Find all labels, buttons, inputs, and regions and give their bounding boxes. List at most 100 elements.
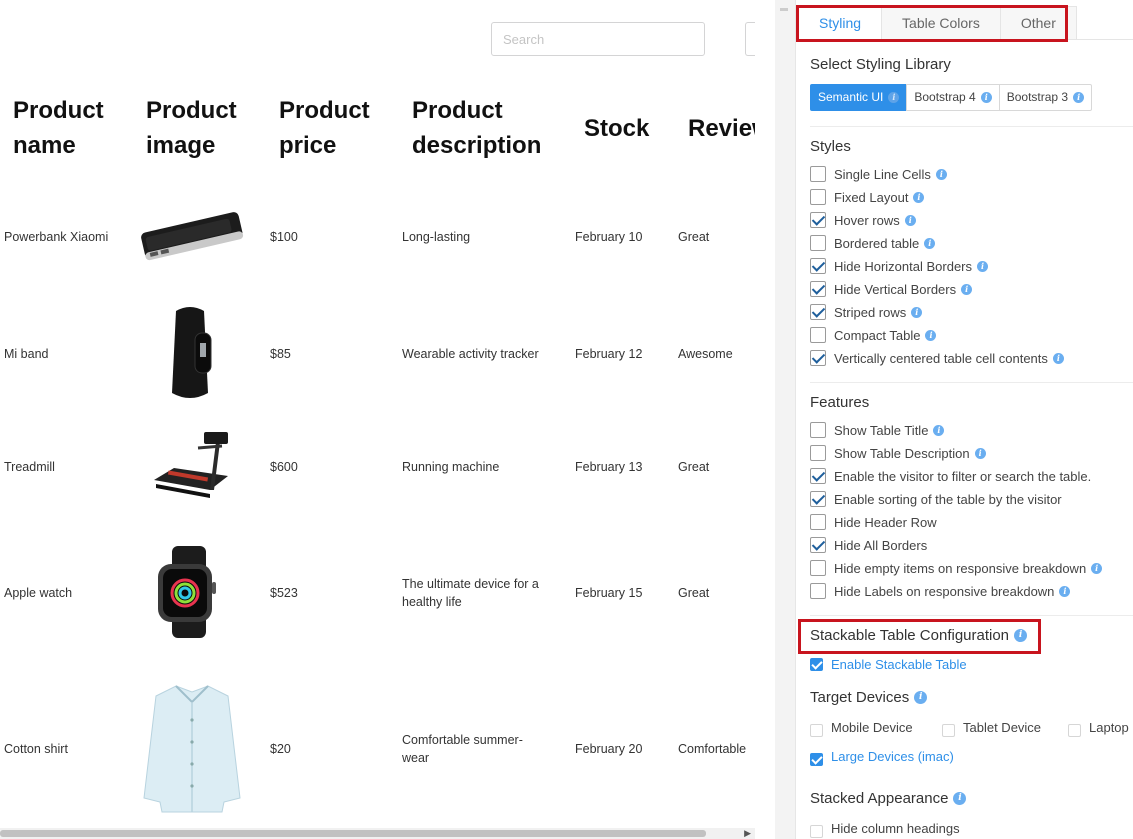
info-icon[interactable]: i [1073, 92, 1085, 103]
info-icon[interactable]: i [977, 260, 989, 272]
tab-table-colors[interactable]: Table Colors [881, 6, 1000, 40]
checkbox[interactable] [810, 258, 826, 274]
column-header-review[interactable]: Review [688, 92, 755, 164]
section-divider [810, 615, 1133, 616]
info-icon[interactable]: i [935, 168, 947, 180]
option-striped-rows[interactable]: Striped rows i [810, 303, 923, 321]
checkbox[interactable] [810, 560, 826, 576]
info-icon[interactable]: i [1052, 352, 1064, 364]
option-hide-all-borders[interactable]: Hide All Borders [810, 536, 927, 554]
option-vertically-centered[interactable]: Vertically centered table cell contents i [810, 349, 1064, 367]
option-large-devices[interactable]: Large Devices (imac) [810, 747, 954, 766]
info-icon[interactable]: i [911, 306, 923, 318]
info-icon[interactable]: i [1014, 629, 1028, 642]
fitness-band-image [172, 307, 212, 398]
checkbox[interactable] [810, 212, 826, 228]
checkbox[interactable] [810, 304, 826, 320]
cell-review: Great [678, 586, 710, 600]
checkbox[interactable] [810, 468, 826, 484]
cell-product-name: Apple watch [4, 586, 73, 600]
info-icon[interactable]: i [1091, 562, 1103, 574]
checkbox[interactable] [810, 752, 823, 766]
library-option-bootstrap-3[interactable]: Bootstrap 3i [998, 84, 1093, 111]
option-hide-header-row[interactable]: Hide Header Row [810, 513, 937, 531]
tab-styling[interactable]: Styling [798, 6, 882, 40]
info-icon[interactable]: i [933, 424, 945, 436]
cell-review: Comfortable [678, 742, 747, 756]
checkbox[interactable] [810, 723, 823, 737]
checkbox[interactable] [810, 166, 826, 182]
checkbox[interactable] [942, 723, 955, 737]
checkbox[interactable] [810, 514, 826, 530]
info-icon[interactable]: i [913, 191, 925, 203]
checkbox[interactable] [810, 445, 826, 461]
option-show-table-description[interactable]: Show Table Description i [810, 444, 986, 462]
option-mobile-device[interactable]: Mobile Device [810, 718, 913, 737]
scroll-right-arrow-icon[interactable]: ▶ [744, 828, 751, 839]
option-fixed-layout[interactable]: Fixed Layout i [810, 188, 925, 206]
option-laptop[interactable]: Laptop [1068, 718, 1129, 737]
horizontal-scrollbar[interactable]: ▶ [0, 828, 755, 839]
option-enable-stackable-table[interactable]: Enable Stackable Table [810, 655, 967, 673]
info-icon[interactable]: i [914, 691, 928, 704]
info-icon[interactable]: i [924, 237, 936, 249]
section-divider [810, 126, 1133, 127]
info-icon[interactable]: i [1059, 585, 1071, 597]
cell-stock: February 10 [575, 230, 643, 244]
option-tablet-device[interactable]: Tablet Device [942, 718, 1041, 737]
resize-handle-icon[interactable] [780, 8, 788, 11]
cell-product-description: Comfortable summer-wear [402, 733, 523, 765]
checkbox[interactable] [810, 235, 826, 251]
checkbox[interactable] [810, 327, 826, 343]
option-single-line-cells[interactable]: Single Line Cells i [810, 165, 947, 183]
info-icon[interactable]: i [904, 214, 916, 226]
column-header-product-price[interactable]: Product price [279, 92, 370, 164]
cell-product-price: $20 [270, 742, 291, 756]
checkbox[interactable] [810, 824, 823, 838]
option-enable-sorting[interactable]: Enable sorting of the table by the visit… [810, 490, 1062, 508]
column-header-product-description[interactable]: Product description [412, 92, 541, 164]
styling-library-group: Semantic UI i Bootstrap 4i Bootstrap 3i [810, 84, 1093, 111]
option-hide-vertical-borders[interactable]: Hide Vertical Borders i [810, 280, 973, 298]
scrollbar-thumb[interactable] [0, 830, 706, 837]
option-hover-rows[interactable]: Hover rows i [810, 211, 916, 229]
settings-panel: Styling Table Colors Other Select Stylin… [795, 0, 1133, 839]
option-enable-filter-search[interactable]: Enable the visitor to filter or search t… [810, 467, 1091, 485]
checkbox[interactable] [810, 657, 823, 671]
panel-divider[interactable] [775, 0, 795, 839]
checkbox[interactable] [810, 583, 826, 599]
table-length-select[interactable] [745, 22, 755, 56]
option-compact-table[interactable]: Compact Table i [810, 326, 937, 344]
checkbox[interactable] [810, 422, 826, 438]
checkbox[interactable] [810, 281, 826, 297]
checkbox[interactable] [810, 537, 826, 553]
info-icon[interactable]: i [888, 92, 900, 103]
cell-review: Great [678, 230, 710, 244]
info-icon[interactable]: i [980, 92, 992, 103]
column-header-product-name[interactable]: Product name [13, 92, 104, 164]
checkbox[interactable] [810, 350, 826, 366]
option-show-table-title[interactable]: Show Table Title i [810, 421, 945, 439]
column-header-stock[interactable]: Stock [584, 92, 649, 164]
option-bordered-table[interactable]: Bordered table i [810, 234, 936, 252]
search-input[interactable] [491, 22, 705, 56]
checkbox[interactable] [810, 491, 826, 507]
checkbox[interactable] [1068, 723, 1081, 737]
info-icon[interactable]: i [925, 329, 937, 341]
info-icon[interactable]: i [953, 792, 967, 805]
info-icon[interactable]: i [961, 283, 973, 295]
option-hide-empty-items[interactable]: Hide empty items on responsive breakdown… [810, 559, 1103, 577]
tab-other[interactable]: Other [999, 6, 1077, 40]
library-option-bootstrap-4[interactable]: Bootstrap 4i [906, 84, 999, 111]
option-hide-labels[interactable]: Hide Labels on responsive breakdown i [810, 582, 1071, 600]
cell-product-description: Wearable activity tracker [402, 347, 539, 361]
powerbank-image [141, 212, 244, 261]
checkbox[interactable] [810, 189, 826, 205]
column-header-product-image[interactable]: Product image [146, 92, 237, 164]
info-icon[interactable]: i [974, 447, 986, 459]
option-hide-horizontal-borders[interactable]: Hide Horizontal Borders i [810, 257, 989, 275]
library-option-semantic-ui[interactable]: Semantic UI i [810, 84, 907, 111]
option-hide-column-headings[interactable]: Hide column headings [810, 819, 960, 838]
settings-tabs: Styling Table Colors Other [798, 6, 1077, 40]
shirt-image [143, 685, 241, 813]
